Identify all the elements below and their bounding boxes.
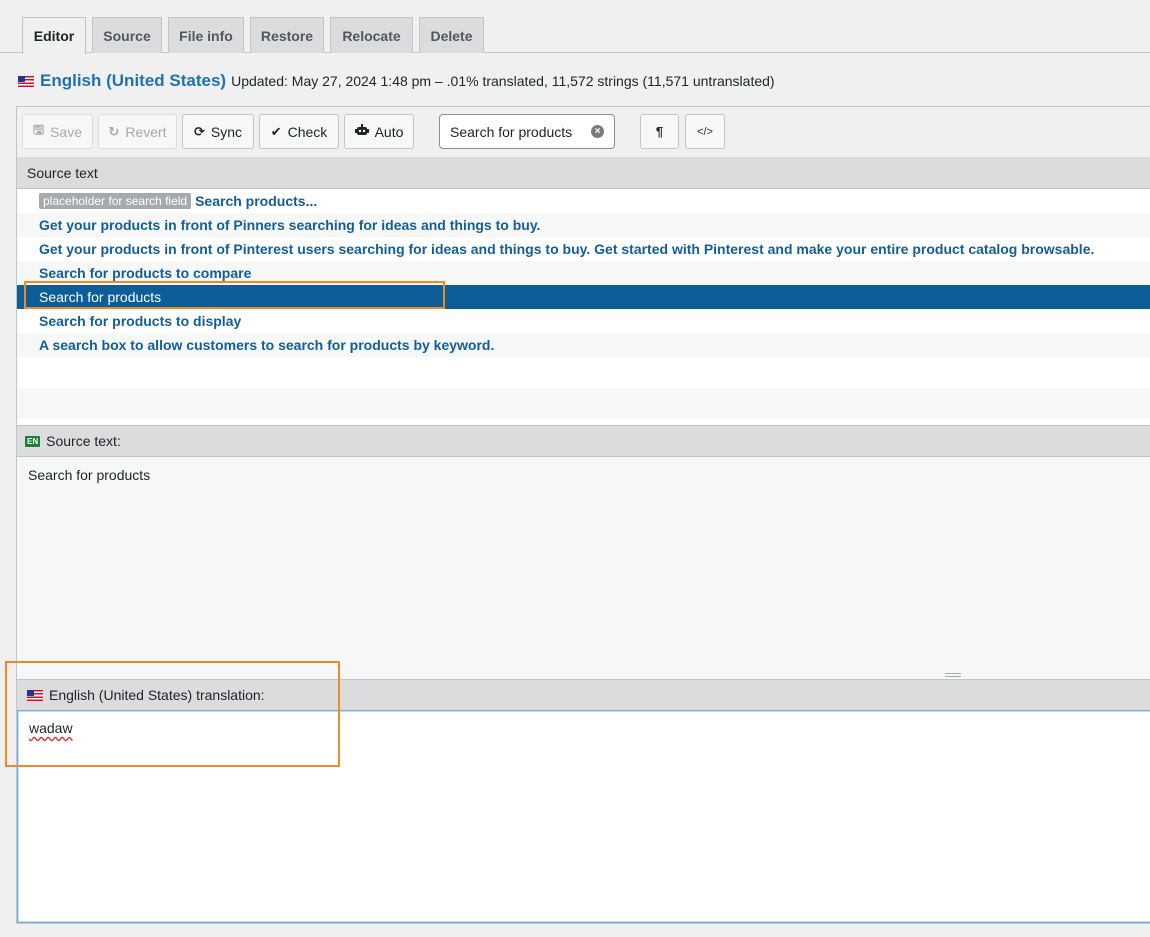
locale-link[interactable]: English (United States) [40, 71, 226, 91]
translation-header: English (United States) translation: [17, 679, 1150, 710]
tab-source[interactable]: Source [92, 17, 162, 53]
list-item[interactable]: placeholder for search field Search prod… [17, 189, 1150, 213]
us-flag-icon [27, 689, 43, 701]
tab-bar: Editor Source File info Restore Relocate… [0, 0, 1150, 54]
list-item-text: A search box to allow customers to searc… [39, 337, 495, 353]
pilcrow-icon: ¶ [655, 124, 664, 139]
save-icon: 🖫 [33, 121, 45, 137]
search-input[interactable]: Search for products × [439, 114, 615, 149]
list-item-text: Search products... [195, 193, 318, 209]
tab-file-info[interactable]: File info [168, 17, 244, 53]
search-value: Search for products [450, 123, 573, 140]
source-text-body: Search for products [17, 457, 1150, 679]
list-item-selected[interactable]: Search for products [17, 285, 1150, 309]
list-item[interactable]: Get your products in front of Pinners se… [17, 213, 1150, 237]
tab-delete[interactable]: Delete [419, 17, 484, 53]
save-label: Save [50, 123, 82, 140]
source-list: placeholder for search field Search prod… [17, 189, 1150, 419]
source-text-label: Source text: [46, 433, 121, 449]
locale-header: English (United States) Updated: May 27,… [18, 70, 775, 92]
list-item[interactable]: Search for products to compare [17, 261, 1150, 285]
pane-resize-handle[interactable] [945, 673, 961, 677]
list-item-text: Search for products [39, 289, 162, 305]
sync-icon: ⟳ [193, 123, 205, 139]
us-flag-icon [18, 75, 34, 87]
sync-button[interactable]: ⟳ Sync [182, 114, 254, 149]
save-button[interactable]: 🖫 Save [22, 114, 93, 149]
list-item-text: Search for products to compare [39, 265, 252, 281]
revert-button[interactable]: ↻ Revert [98, 114, 177, 149]
list-item[interactable]: Search for products to display [17, 309, 1150, 333]
editor-frame: 🖫 Save ↻ Revert ⟳ Sync ✔ Check Auto Sear… [16, 106, 1150, 924]
list-item-text: Get your products in front of Pinterest … [39, 241, 1095, 257]
locale-meta: Updated: May 27, 2024 1:48 pm – .01% tra… [231, 73, 775, 89]
tab-restore[interactable]: Restore [250, 17, 324, 53]
list-item-text: Search for products to display [39, 313, 242, 329]
context-badge: placeholder for search field [39, 193, 192, 209]
code-view-toggle-button[interactable]: </> [685, 114, 725, 149]
source-text-header: EN Source text: [17, 425, 1150, 457]
list-item[interactable]: Get your products in front of Pinterest … [17, 237, 1150, 261]
source-list-header: Source text [17, 158, 1150, 189]
source-text-value: Search for products [28, 467, 151, 483]
invisibles-toggle-button[interactable]: ¶ [640, 114, 679, 149]
translation-label: English (United States) translation: [49, 687, 265, 703]
editor-toolbar: 🖫 Save ↻ Revert ⟳ Sync ✔ Check Auto Sear… [17, 107, 1150, 158]
tab-editor[interactable]: Editor [22, 17, 86, 54]
revert-label: Revert [125, 123, 167, 140]
sync-label: Sync [210, 123, 243, 140]
translation-textarea[interactable]: wadaw [17, 710, 1150, 923]
list-item[interactable]: A search box to allow customers to searc… [17, 333, 1150, 357]
auto-label: Auto [374, 123, 404, 140]
check-label: Check [287, 123, 328, 140]
code-icon: </> [697, 125, 713, 138]
list-item-text: Get your products in front of Pinners se… [39, 217, 541, 233]
translation-value: wadaw [29, 720, 73, 736]
en-language-badge: EN [25, 435, 41, 447]
check-button[interactable]: ✔ Check [259, 114, 339, 149]
robot-icon [354, 124, 369, 139]
tab-relocate[interactable]: Relocate [330, 17, 413, 53]
source-list-header-label: Source text [27, 165, 98, 181]
clear-search-icon[interactable]: × [591, 125, 604, 138]
empty-row [17, 357, 1150, 388]
revert-icon: ↻ [108, 123, 120, 139]
auto-button[interactable]: Auto [344, 114, 414, 149]
check-icon: ✔ [270, 123, 282, 139]
empty-row [17, 388, 1150, 419]
